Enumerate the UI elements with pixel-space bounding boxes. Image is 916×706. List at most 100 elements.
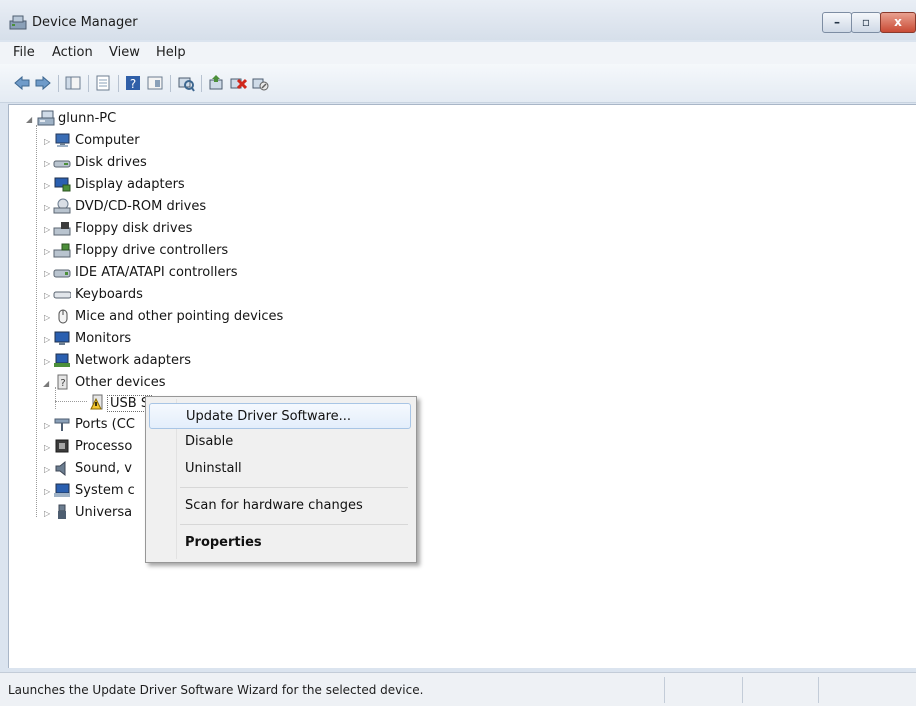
expand-arrow-icon[interactable]: ▷ xyxy=(44,203,50,212)
device-tree[interactable]: ◢ glunn-PC ▷ Computer ▷ Disk drives ▷ Di… xyxy=(8,104,916,668)
collapse-arrow-icon[interactable]: ◢ xyxy=(26,115,32,124)
menu-file[interactable]: File xyxy=(13,45,35,60)
view-icon[interactable] xyxy=(146,74,164,92)
category-label: Universa xyxy=(75,505,133,520)
tree-connector xyxy=(36,125,37,517)
menu-item-label: Uninstall xyxy=(185,461,242,476)
expand-arrow-icon[interactable]: ▷ xyxy=(44,421,50,430)
disk-drive-icon xyxy=(53,160,71,168)
system-device-icon xyxy=(54,483,70,497)
uninstall-device-icon[interactable] xyxy=(229,74,247,92)
minimize-button[interactable]: – xyxy=(822,12,852,33)
category-label: Mice and other pointing devices xyxy=(75,309,284,324)
toolbar-separator xyxy=(88,75,89,92)
scan-hardware-changes-item[interactable]: Scan for hardware changes xyxy=(149,493,411,519)
category-label: Floppy drive controllers xyxy=(75,243,229,258)
toolbar-separator xyxy=(201,75,202,92)
device-manager-app-icon xyxy=(9,15,27,30)
show-hide-tree-icon[interactable] xyxy=(64,74,82,92)
expand-arrow-icon[interactable]: ▷ xyxy=(44,225,50,234)
expand-arrow-icon[interactable]: ▷ xyxy=(44,357,50,366)
menu-separator xyxy=(180,487,408,488)
menu-item-label: Update Driver Software... xyxy=(186,409,352,424)
monitor-icon xyxy=(54,331,70,345)
close-button[interactable]: x xyxy=(880,12,916,33)
help-icon[interactable]: ? xyxy=(124,74,142,92)
keyboard-icon xyxy=(53,291,71,299)
maximize-button[interactable]: ▫ xyxy=(851,12,881,33)
window-controls: – ▫ x xyxy=(822,12,916,34)
category-label: Monitors xyxy=(75,331,132,346)
tree-connector xyxy=(55,401,87,402)
toolbar-separator xyxy=(58,75,59,92)
window-title: Device Manager xyxy=(32,15,138,30)
maximize-icon: ▫ xyxy=(861,15,871,29)
dvd-drive-icon xyxy=(53,198,71,214)
expand-arrow-icon[interactable]: ▷ xyxy=(44,291,50,300)
status-bar: Launches the Update Driver Software Wiza… xyxy=(0,672,916,706)
category-label: Computer xyxy=(75,133,140,148)
mouse-icon xyxy=(58,309,68,324)
category-label: Floppy disk drives xyxy=(75,221,193,236)
close-icon: x xyxy=(894,15,902,29)
menu-action[interactable]: Action xyxy=(52,45,93,60)
menu-bar: File Action View Help xyxy=(0,42,916,64)
display-adapter-icon xyxy=(54,177,71,192)
expand-arrow-icon[interactable]: ▷ xyxy=(44,443,50,452)
ide-controller-icon xyxy=(53,269,71,278)
expand-arrow-icon[interactable]: ▷ xyxy=(44,159,50,168)
expand-arrow-icon[interactable]: ▷ xyxy=(44,313,50,322)
scan-hardware-icon[interactable] xyxy=(177,74,195,92)
expand-arrow-icon[interactable]: ▷ xyxy=(44,269,50,278)
category-label: Sound, v xyxy=(75,461,132,476)
expand-arrow-icon[interactable]: ▷ xyxy=(44,509,50,518)
expand-arrow-icon[interactable]: ▷ xyxy=(44,335,50,344)
forward-arrow-icon[interactable] xyxy=(34,74,52,92)
status-divider xyxy=(664,677,665,703)
minimize-icon: – xyxy=(834,15,840,29)
update-driver-icon[interactable] xyxy=(207,74,225,92)
menu-item-label: Properties xyxy=(185,535,262,550)
menu-item-label: Scan for hardware changes xyxy=(185,498,363,513)
usb-plug-icon xyxy=(58,504,66,519)
toolbar-separator xyxy=(170,75,171,92)
disable-item[interactable]: Disable xyxy=(149,429,411,455)
menu-help[interactable]: Help xyxy=(156,45,186,60)
category-label: Network adapters xyxy=(75,353,192,368)
menu-separator xyxy=(180,524,408,525)
expand-arrow-icon[interactable]: ▷ xyxy=(44,247,50,256)
expand-arrow-icon[interactable]: ▷ xyxy=(44,181,50,190)
update-driver-software-item[interactable]: Update Driver Software... xyxy=(149,403,411,429)
svg-text:?: ? xyxy=(60,378,65,389)
toolbar: ? xyxy=(0,64,916,103)
expand-arrow-icon[interactable]: ▷ xyxy=(44,487,50,496)
floppy-controller-icon xyxy=(53,243,71,258)
svg-text:?: ? xyxy=(130,77,136,91)
floppy-drive-icon xyxy=(53,222,71,236)
unknown-device-icon: ? xyxy=(57,374,68,390)
back-arrow-icon[interactable] xyxy=(13,74,31,92)
status-divider xyxy=(742,677,743,703)
menu-item-label: Disable xyxy=(185,434,234,449)
warning-device-icon xyxy=(90,394,103,410)
category-label: DVD/CD-ROM drives xyxy=(75,199,207,214)
context-menu: Update Driver Software... Disable Uninst… xyxy=(145,396,417,563)
properties-item[interactable]: Properties xyxy=(149,530,411,556)
category-label: Processo xyxy=(75,439,133,454)
expand-arrow-icon[interactable]: ▷ xyxy=(44,137,50,146)
category-label: Keyboards xyxy=(75,287,143,302)
device-manager-window: Device Manager – ▫ x File Action View He… xyxy=(0,0,916,706)
disable-device-icon[interactable] xyxy=(251,74,269,92)
status-text: Launches the Update Driver Software Wiza… xyxy=(8,683,424,697)
expand-arrow-icon[interactable]: ▷ xyxy=(44,465,50,474)
processor-icon xyxy=(55,439,69,453)
properties-icon[interactable] xyxy=(94,74,112,92)
collapse-arrow-icon[interactable]: ◢ xyxy=(43,379,49,388)
category-label: Disk drives xyxy=(75,155,147,170)
menu-view[interactable]: View xyxy=(109,45,140,60)
category-label: IDE ATA/ATAPI controllers xyxy=(75,265,238,280)
uninstall-item[interactable]: Uninstall xyxy=(149,456,411,482)
toolbar-separator xyxy=(118,75,119,92)
title-bar[interactable]: Device Manager – ▫ x xyxy=(0,0,916,40)
speaker-icon xyxy=(55,460,66,477)
